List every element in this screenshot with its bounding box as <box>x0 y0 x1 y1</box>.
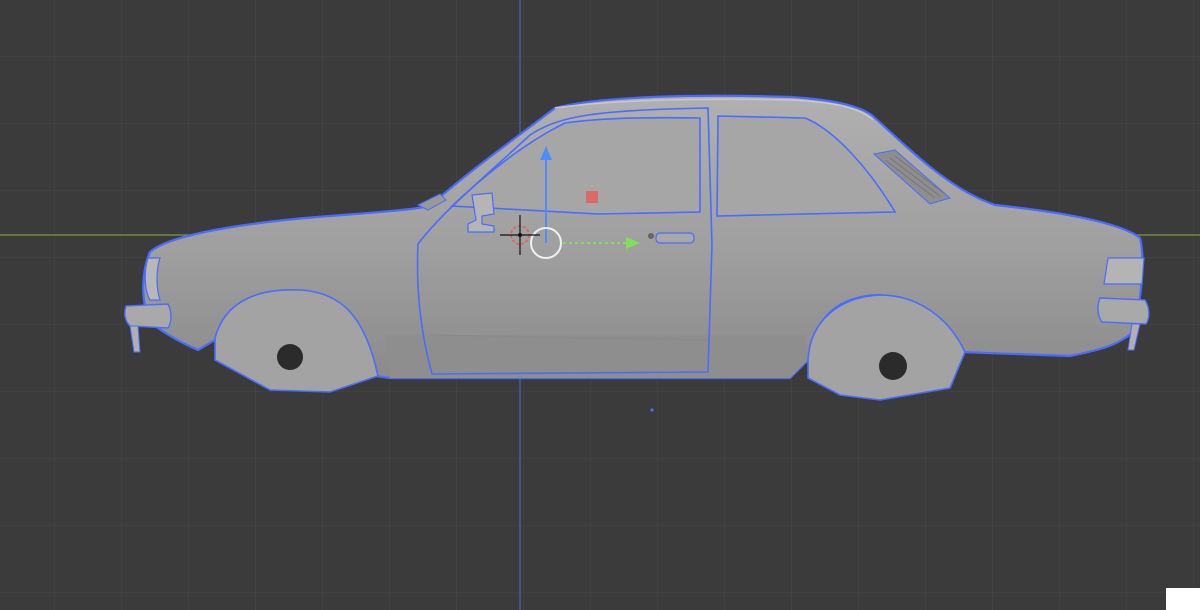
origin-dot <box>650 408 654 412</box>
door-handle <box>655 232 695 244</box>
gizmo-center-handle[interactable] <box>586 191 598 203</box>
viewport-canvas[interactable] <box>0 0 1200 610</box>
front-wheel-hub <box>277 344 303 370</box>
3d-viewport[interactable] <box>0 0 1200 610</box>
tail-light <box>1103 257 1145 285</box>
door-lock <box>648 233 654 239</box>
rear-bumper <box>1097 297 1150 325</box>
corner-panel <box>1166 588 1200 610</box>
front-bumper <box>124 303 172 329</box>
rocker-panel <box>385 335 808 378</box>
rear-wheel-hub <box>879 352 907 380</box>
